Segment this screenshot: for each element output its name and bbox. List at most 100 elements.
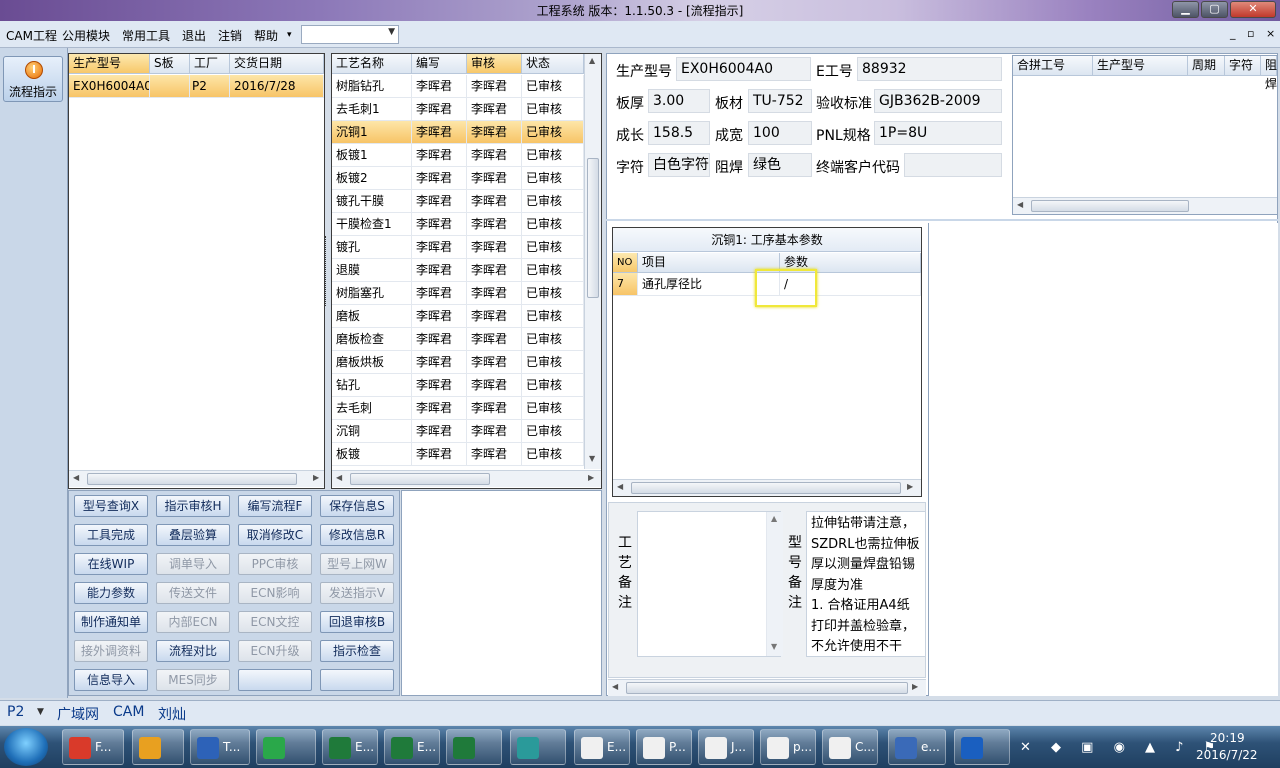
function-button-26[interactable]: MES同步 bbox=[156, 669, 230, 691]
col-header-mask[interactable]: 阻焊 bbox=[1261, 56, 1277, 91]
maximize-button[interactable]: ▢ bbox=[1201, 1, 1228, 18]
width-field[interactable]: 100 bbox=[748, 121, 812, 145]
col-header-merge-model[interactable]: 生产型号 bbox=[1093, 56, 1188, 76]
process-row[interactable]: 沉铜1 李晖君 李晖君 已审核 bbox=[332, 121, 584, 144]
process-row[interactable]: 板镀2 李晖君 李晖君 已审核 bbox=[332, 167, 584, 190]
pnl-spec-field[interactable]: 1P=8U bbox=[874, 121, 1002, 145]
function-button-4[interactable]: 保存信息S bbox=[320, 495, 394, 517]
clock-date[interactable]: 2016/7/22 bbox=[1196, 748, 1258, 762]
taskbar-app-7[interactable] bbox=[446, 729, 502, 765]
process-remark-textarea[interactable]: ▲ ▼ bbox=[637, 511, 783, 657]
factory-selector[interactable]: P2 bbox=[7, 704, 24, 720]
menu-cam[interactable]: CAM工程 bbox=[6, 27, 57, 44]
solder-mask-field[interactable]: 绿色 bbox=[748, 153, 812, 177]
function-button-15[interactable]: ECN影响 bbox=[238, 582, 312, 604]
function-button-16[interactable]: 发送指示V bbox=[320, 582, 394, 604]
function-button-7[interactable]: 取消修改C bbox=[238, 524, 312, 546]
model-remark-text[interactable]: 拉伸钻带请注意，SZDRL也需拉伸板厚以测量焊盘铅锡厚度为准 1. 合格证用A4… bbox=[806, 511, 926, 657]
taskbar-app-11[interactable]: J... bbox=[698, 729, 754, 765]
taskbar-app-5[interactable]: E... bbox=[322, 729, 378, 765]
function-button-12[interactable]: 型号上网W bbox=[320, 553, 394, 575]
function-button-8[interactable]: 修改信息R bbox=[320, 524, 394, 546]
param-hscrollbar[interactable]: ◀ ▶ bbox=[613, 479, 921, 496]
taskbar-app-1[interactable]: F... bbox=[62, 729, 124, 765]
col-header-cycle[interactable]: 周期 bbox=[1188, 56, 1225, 76]
function-button-10[interactable]: 调单导入 bbox=[156, 553, 230, 575]
process-row[interactable]: 磨板 李晖君 李晖君 已审核 bbox=[332, 305, 584, 328]
merge-hscrollbar[interactable]: ◀ bbox=[1013, 197, 1277, 214]
process-row[interactable]: 退膜 李晖君 李晖君 已审核 bbox=[332, 259, 584, 282]
process-row[interactable]: 树脂塞孔 李晖君 李晖君 已审核 bbox=[332, 282, 584, 305]
col-header-factory[interactable]: 工厂 bbox=[190, 54, 230, 74]
length-field[interactable]: 158.5 bbox=[648, 121, 710, 145]
function-button-18[interactable]: 内部ECN bbox=[156, 611, 230, 633]
tray-icons[interactable]: ✕ ◆ ▣ ◉ ▲ ♪ ⚑ bbox=[1020, 740, 1223, 755]
process-row[interactable]: 去毛刺 李晖君 李晖君 已审核 bbox=[332, 397, 584, 420]
function-button-14[interactable]: 传送文件 bbox=[156, 582, 230, 604]
function-button-24[interactable]: 指示检查 bbox=[320, 640, 394, 662]
chevron-down-icon[interactable]: ▼ bbox=[37, 707, 44, 717]
legend-field[interactable]: 白色字符 bbox=[648, 153, 710, 177]
process-row[interactable]: 树脂钻孔 李晖君 李晖君 已审核 bbox=[332, 75, 584, 98]
function-button-23[interactable]: ECN升级 bbox=[238, 640, 312, 662]
function-button-28[interactable] bbox=[320, 669, 394, 691]
function-button-27[interactable] bbox=[238, 669, 312, 691]
menu-tools[interactable]: 常用工具 bbox=[122, 27, 170, 44]
order-hscrollbar[interactable]: ◀ ▶ bbox=[69, 470, 324, 487]
taskbar-app-6[interactable]: E... bbox=[384, 729, 440, 765]
process-row[interactable]: 镀孔 李晖君 李晖君 已审核 bbox=[332, 236, 584, 259]
taskbar-app-3[interactable]: T... bbox=[190, 729, 250, 765]
scroll-thumb[interactable] bbox=[587, 158, 599, 298]
material-field[interactable]: TU-752 bbox=[748, 89, 812, 113]
minimize-button[interactable]: ▁ bbox=[1172, 1, 1199, 18]
mdi-controls[interactable]: _ ▫ × bbox=[1230, 27, 1279, 40]
order-row[interactable]: EX0H6004A0 P2 2016/7/28 bbox=[69, 75, 324, 98]
menu-exit[interactable]: 退出 bbox=[182, 27, 206, 44]
function-button-20[interactable]: 回退审核B bbox=[320, 611, 394, 633]
process-row[interactable]: 板镀1 李晖君 李晖君 已审核 bbox=[332, 144, 584, 167]
clock-time[interactable]: 20:19 bbox=[1210, 731, 1245, 745]
production-model-field[interactable]: EX0H6004A0 bbox=[676, 57, 811, 81]
function-button-9[interactable]: 在线WIP bbox=[74, 553, 148, 575]
process-row[interactable]: 干膜检查1 李晖君 李晖君 已审核 bbox=[332, 213, 584, 236]
function-button-1[interactable]: 型号查询X bbox=[74, 495, 148, 517]
process-row[interactable]: 镀孔干膜 李晖君 李晖君 已审核 bbox=[332, 190, 584, 213]
col-header-no[interactable]: NO bbox=[613, 253, 638, 273]
process-row[interactable]: 沉铜 李晖君 李晖君 已审核 bbox=[332, 420, 584, 443]
process-hscrollbar[interactable]: ◀ ▶ bbox=[332, 470, 601, 487]
menu-help[interactable]: 帮助 bbox=[254, 27, 278, 44]
menu-logout[interactable]: 注销 bbox=[218, 27, 242, 44]
scroll-thumb[interactable] bbox=[631, 482, 901, 494]
menu-common-modules[interactable]: 公用模块 bbox=[62, 27, 110, 44]
function-button-17[interactable]: 制作通知单 bbox=[74, 611, 148, 633]
splitter-handle[interactable] bbox=[325, 236, 330, 306]
col-header-s-board[interactable]: S板 bbox=[150, 54, 190, 74]
process-row[interactable]: 钻孔 李晖君 李晖君 已审核 bbox=[332, 374, 584, 397]
process-row[interactable]: 板镀 李晖君 李晖君 已审核 bbox=[332, 443, 584, 466]
scroll-thumb[interactable] bbox=[87, 473, 297, 485]
process-row[interactable]: 去毛刺1 李晖君 李晖君 已审核 bbox=[332, 98, 584, 121]
process-row[interactable]: 磨板烘板 李晖君 李晖君 已审核 bbox=[332, 351, 584, 374]
function-button-21[interactable]: 接外调资料 bbox=[74, 640, 148, 662]
function-button-22[interactable]: 流程对比 bbox=[156, 640, 230, 662]
function-button-11[interactable]: PPC审核 bbox=[238, 553, 312, 575]
col-header-model[interactable]: 生产型号 bbox=[69, 54, 150, 74]
col-header-author[interactable]: 编写 bbox=[412, 54, 467, 74]
help-dropdown-icon[interactable]: ▾ bbox=[287, 30, 292, 40]
function-button-2[interactable]: 指示审核H bbox=[156, 495, 230, 517]
close-button[interactable]: ✕ bbox=[1230, 1, 1276, 18]
taskbar-app-8[interactable] bbox=[510, 729, 566, 765]
function-button-6[interactable]: 叠层验算 bbox=[156, 524, 230, 546]
function-button-13[interactable]: 能力参数 bbox=[74, 582, 148, 604]
col-header-reviewer[interactable]: 审核 bbox=[467, 54, 522, 74]
function-button-25[interactable]: 信息导入 bbox=[74, 669, 148, 691]
col-header-status[interactable]: 状态 bbox=[522, 54, 584, 74]
customer-code-field[interactable] bbox=[904, 153, 1002, 177]
scroll-thumb[interactable] bbox=[626, 682, 908, 694]
taskbar-app-13[interactable]: C... bbox=[822, 729, 878, 765]
col-header-merge-order[interactable]: 合拼工号 bbox=[1013, 56, 1093, 76]
remarks-hscrollbar[interactable]: ◀ ▶ bbox=[608, 679, 926, 696]
flow-instruction-button[interactable]: 流程指示 bbox=[3, 56, 63, 102]
taskbar-app-9[interactable]: E... bbox=[574, 729, 630, 765]
taskbar-app-2[interactable] bbox=[132, 729, 184, 765]
